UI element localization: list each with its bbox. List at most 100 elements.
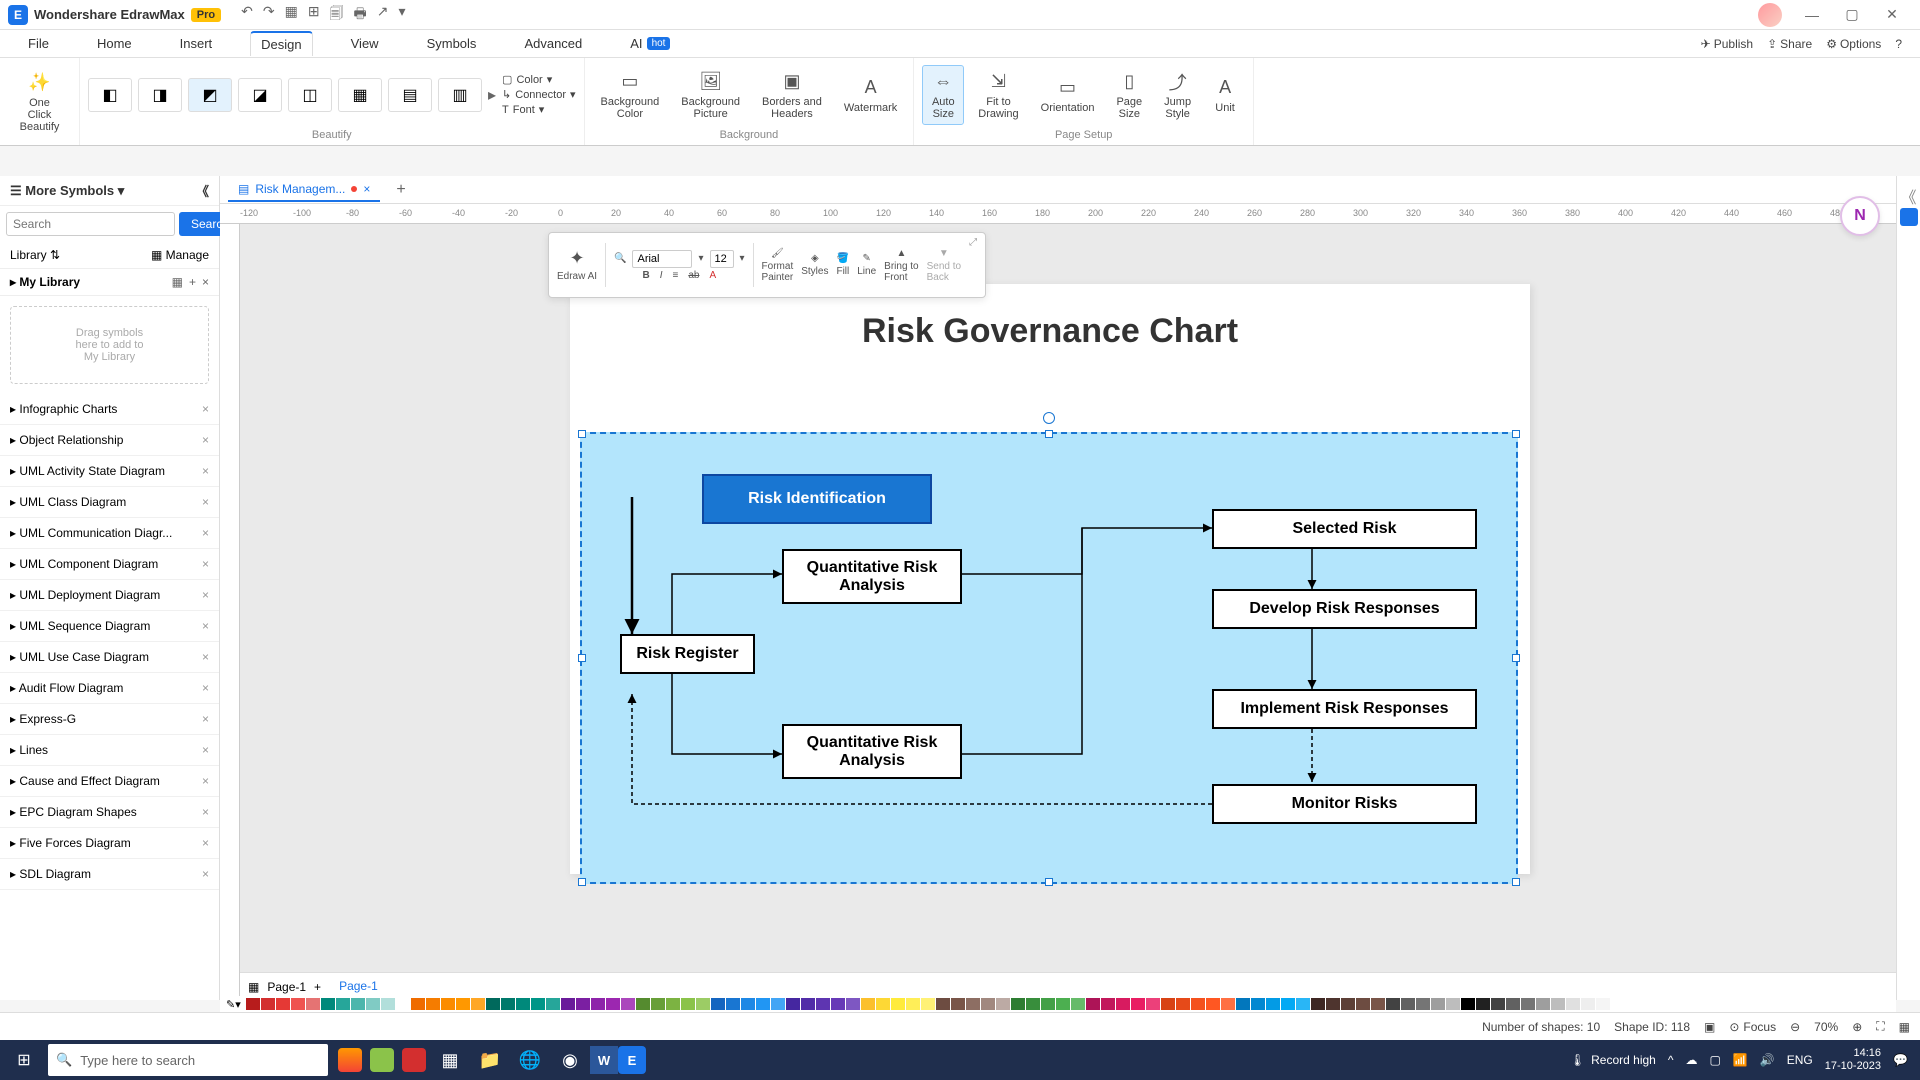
theme-preset[interactable]: ▦	[338, 78, 382, 112]
taskbar-app-icon[interactable]	[338, 1048, 362, 1072]
color-swatch[interactable]	[636, 998, 650, 1010]
start-button[interactable]: ⊞	[0, 1040, 48, 1080]
color-swatch[interactable]	[1416, 998, 1430, 1010]
color-swatch[interactable]	[396, 998, 410, 1010]
category-close-icon[interactable]: ×	[202, 588, 209, 602]
color-swatch[interactable]	[246, 998, 260, 1010]
taskbar-app-icon[interactable]	[402, 1048, 426, 1072]
drawing-page[interactable]: Risk Governance Chart	[570, 284, 1530, 874]
category-close-icon[interactable]: ×	[202, 464, 209, 478]
box-monitor-risks[interactable]: Monitor Risks	[1212, 784, 1477, 824]
color-swatch[interactable]	[831, 998, 845, 1010]
color-swatch[interactable]	[561, 998, 575, 1010]
color-swatch[interactable]	[411, 998, 425, 1010]
color-swatch[interactable]	[1071, 998, 1085, 1010]
symbol-category[interactable]: ▸ UML Communication Diagr...×	[0, 518, 219, 549]
menu-design[interactable]: Design	[250, 31, 312, 56]
color-swatch[interactable]	[861, 998, 875, 1010]
color-swatch[interactable]	[1476, 998, 1490, 1010]
bg-color-button[interactable]: ▭Background Color	[593, 66, 668, 124]
library-label[interactable]: Library ⇅	[10, 248, 60, 262]
new-tab-button[interactable]: +	[388, 181, 413, 199]
color-swatch[interactable]	[1356, 998, 1370, 1010]
layout-icon[interactable]: ▦	[1899, 1020, 1910, 1034]
color-swatch[interactable]	[1176, 998, 1190, 1010]
weather-widget[interactable]: 🌡 Record high	[1570, 1053, 1656, 1067]
color-swatch[interactable]	[501, 998, 515, 1010]
color-swatch[interactable]	[1341, 998, 1355, 1010]
category-close-icon[interactable]: ×	[202, 743, 209, 757]
menu-view[interactable]: View	[341, 32, 389, 55]
color-swatch[interactable]	[1611, 998, 1625, 1010]
dropdown-icon[interactable]: ▾	[740, 253, 745, 264]
color-swatch[interactable]	[1221, 998, 1235, 1010]
color-swatch[interactable]	[321, 998, 335, 1010]
color-swatch[interactable]	[936, 998, 950, 1010]
page-tab[interactable]: Page-1	[329, 975, 388, 999]
category-close-icon[interactable]: ×	[202, 619, 209, 633]
color-swatch[interactable]	[711, 998, 725, 1010]
floating-toolbar[interactable]: ✦ Edraw AI 🔍 ▾ ▾ B I ≡ ab A 🖌Format Pain…	[548, 232, 986, 298]
color-swatch[interactable]	[546, 998, 560, 1010]
theme-preset[interactable]: ◧	[88, 78, 132, 112]
color-swatch[interactable]	[816, 998, 830, 1010]
color-swatch[interactable]	[951, 998, 965, 1010]
canvas-viewport[interactable]: Risk Governance Chart	[240, 224, 1896, 972]
color-swatch[interactable]	[1371, 998, 1385, 1010]
sidebar-collapse-icon[interactable]: 《	[196, 181, 209, 200]
box-risk-identification[interactable]: Risk Identification	[702, 474, 932, 524]
color-swatch[interactable]	[1131, 998, 1145, 1010]
symbol-search-input[interactable]	[6, 212, 175, 236]
category-close-icon[interactable]: ×	[202, 867, 209, 881]
page-view-icon[interactable]: ▦	[248, 980, 259, 994]
orientation-button[interactable]: ▭Orientation	[1033, 72, 1103, 118]
taskbar-app-icon[interactable]	[370, 1048, 394, 1072]
format-painter-button[interactable]: 🖌Format Painter	[762, 248, 794, 283]
category-close-icon[interactable]: ×	[202, 836, 209, 850]
qat-icon[interactable]: ↗	[377, 3, 389, 27]
tray-volume-icon[interactable]: 🔊	[1760, 1053, 1775, 1067]
theme-preset[interactable]: ◪	[238, 78, 282, 112]
color-swatch[interactable]	[426, 998, 440, 1010]
category-close-icon[interactable]: ×	[202, 712, 209, 726]
color-swatch[interactable]	[1386, 998, 1400, 1010]
color-swatch[interactable]	[1536, 998, 1550, 1010]
resize-handle[interactable]	[578, 430, 586, 438]
tray-lang[interactable]: ENG	[1787, 1053, 1813, 1067]
dropdown-icon[interactable]: ▾	[698, 253, 703, 264]
resize-handle[interactable]	[578, 654, 586, 662]
color-swatch[interactable]	[456, 998, 470, 1010]
add-page-button[interactable]: +	[314, 980, 321, 994]
rotation-handle[interactable]	[1043, 412, 1055, 424]
mylib-label[interactable]: ▸ My Library	[10, 275, 80, 289]
options-button[interactable]: ⚙ Options	[1826, 37, 1881, 51]
color-swatch[interactable]	[1041, 998, 1055, 1010]
color-swatch[interactable]	[1266, 998, 1280, 1010]
color-swatch[interactable]	[651, 998, 665, 1010]
tray-chevron-icon[interactable]: ^	[1668, 1053, 1674, 1067]
box-implement-responses[interactable]: Implement Risk Responses	[1212, 689, 1477, 729]
color-swatch[interactable]	[1551, 998, 1565, 1010]
color-swatch[interactable]	[1521, 998, 1535, 1010]
color-dropdown[interactable]: ▢ Color ▾	[502, 73, 576, 86]
edge-icon[interactable]: 🌐	[510, 1040, 550, 1080]
unit-button[interactable]: AUnit	[1205, 72, 1245, 118]
color-swatch[interactable]	[486, 998, 500, 1010]
send-back-button[interactable]: ▼Send to Back	[927, 248, 961, 283]
one-click-beautify-button[interactable]: ✨ One Click Beautify	[8, 67, 71, 137]
category-close-icon[interactable]: ×	[202, 650, 209, 664]
symbol-category[interactable]: ▸ Object Relationship×	[0, 425, 219, 456]
theme-preset[interactable]: ▤	[388, 78, 432, 112]
symbol-category[interactable]: ▸ Infographic Charts×	[0, 394, 219, 425]
color-swatch[interactable]	[1056, 998, 1070, 1010]
resize-handle[interactable]	[1512, 654, 1520, 662]
color-swatch[interactable]	[1596, 998, 1610, 1010]
color-swatch[interactable]	[666, 998, 680, 1010]
color-swatch[interactable]	[441, 998, 455, 1010]
symbol-category[interactable]: ▸ Audit Flow Diagram×	[0, 673, 219, 704]
symbol-category[interactable]: ▸ UML Sequence Diagram×	[0, 611, 219, 642]
qat-dropdown-icon[interactable]: ▾	[399, 3, 406, 27]
color-swatch[interactable]	[1086, 998, 1100, 1010]
color-swatch[interactable]	[1281, 998, 1295, 1010]
color-swatch[interactable]	[996, 998, 1010, 1010]
